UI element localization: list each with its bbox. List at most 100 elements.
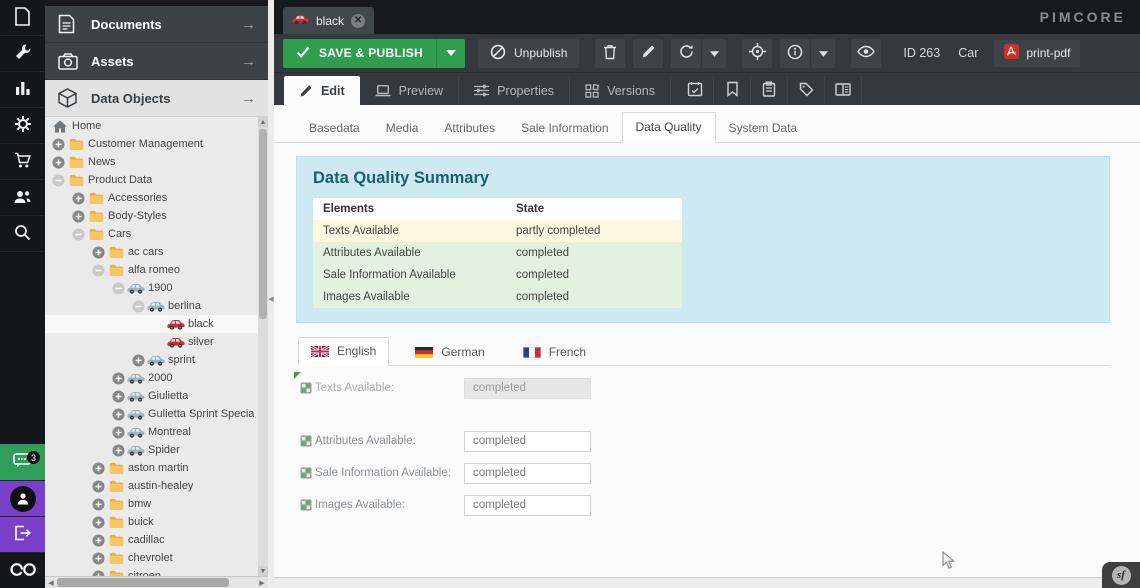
- info-menu-caret[interactable]: [811, 39, 835, 68]
- tree-item-buick[interactable]: buick: [45, 513, 268, 531]
- language-tab-german[interactable]: German: [403, 345, 496, 365]
- view-tab-properties[interactable]: Properties: [459, 76, 570, 105]
- tree-item-bmw[interactable]: bmw: [45, 495, 268, 513]
- rail-pimcore-logo[interactable]: [0, 553, 45, 588]
- rail-button-reports[interactable]: [0, 72, 45, 108]
- tree-item-giulietta[interactable]: Giulietta: [45, 387, 268, 405]
- tree-item-silver[interactable]: silver: [45, 333, 268, 351]
- tree-item-alfa-romeo[interactable]: alfa romeo: [45, 261, 268, 279]
- scroll-up-icon[interactable]: ▲: [258, 117, 268, 127]
- expand-icon[interactable]: [90, 498, 106, 511]
- expand-icon[interactable]: [110, 426, 126, 439]
- tree-item-aston-martin[interactable]: aston martin: [45, 459, 268, 477]
- data-tab-data-quality[interactable]: Data Quality: [622, 112, 716, 143]
- collapse-handle[interactable]: ◀: [268, 286, 274, 312]
- print-pdf-button[interactable]: print-pdf: [994, 40, 1080, 67]
- application-logger-button[interactable]: [825, 76, 862, 105]
- rail-button-logout[interactable]: [0, 517, 45, 553]
- tree-item-black[interactable]: black: [45, 315, 268, 333]
- expand-icon[interactable]: [50, 156, 66, 169]
- field-input-attributes-available[interactable]: [464, 431, 591, 452]
- tree-item-body-styles[interactable]: Body-Styles: [45, 207, 268, 225]
- unpublish-button[interactable]: Unpublish: [478, 39, 579, 68]
- tree-item-product-data[interactable]: Product Data: [45, 171, 268, 189]
- expand-icon[interactable]: [90, 552, 106, 565]
- tree-item-chevrolet[interactable]: chevrolet: [45, 549, 268, 567]
- tags-button[interactable]: [788, 76, 825, 105]
- rail-button-search[interactable]: [0, 216, 45, 252]
- tree-item-sprint[interactable]: sprint: [45, 351, 268, 369]
- collapse-icon[interactable]: [110, 282, 126, 295]
- view-tab-edit[interactable]: Edit: [284, 76, 360, 105]
- info-button[interactable]: [780, 39, 810, 68]
- close-icon[interactable]: ✕: [351, 14, 365, 28]
- data-tab-attributes[interactable]: Attributes: [431, 114, 508, 143]
- tree-vertical-scrollbar[interactable]: ▲ ▼: [258, 117, 268, 576]
- field-input-sale-information-available[interactable]: [464, 463, 591, 484]
- rail-button-ecommerce[interactable]: [0, 144, 45, 180]
- notes-events-button[interactable]: [751, 76, 788, 105]
- rail-button-documents[interactable]: [0, 0, 45, 36]
- tree-item-citroen[interactable]: citroen: [45, 567, 268, 576]
- data-tab-sale-information[interactable]: Sale Information: [508, 114, 621, 143]
- rail-button-tools[interactable]: [0, 36, 45, 72]
- reload-menu-caret[interactable]: [702, 39, 726, 68]
- expand-icon[interactable]: [90, 246, 106, 259]
- delete-button[interactable]: [595, 39, 625, 68]
- data-tab-system-data[interactable]: System Data: [716, 114, 811, 143]
- tree-item-montreal[interactable]: Montreal: [45, 423, 268, 441]
- scroll-down-icon[interactable]: ▼: [258, 566, 268, 576]
- accordion-data-objects[interactable]: Data Objects →: [45, 80, 268, 117]
- scroll-thumb[interactable]: [259, 129, 267, 319]
- accordion-assets[interactable]: Assets →: [45, 43, 268, 80]
- data-tab-basedata[interactable]: Basedata: [296, 114, 373, 143]
- expand-icon[interactable]: [110, 372, 126, 385]
- language-tab-french[interactable]: French: [511, 345, 598, 365]
- language-tab-english[interactable]: English: [298, 337, 389, 366]
- symfony-toolbar-toggle[interactable]: sf: [1102, 562, 1140, 588]
- tree-item-austin-healey[interactable]: austin-healey: [45, 477, 268, 495]
- scroll-right-icon[interactable]: ▶: [256, 577, 268, 588]
- tree-item-home[interactable]: Home: [45, 117, 268, 135]
- field-input-images-available[interactable]: [464, 495, 591, 516]
- expand-icon[interactable]: [110, 444, 126, 457]
- expand-icon[interactable]: [90, 462, 106, 475]
- open-preview-button[interactable]: [851, 39, 881, 68]
- tree-item-ac-cars[interactable]: ac cars: [45, 243, 268, 261]
- expand-icon[interactable]: [90, 480, 106, 493]
- scroll-thumb[interactable]: [57, 578, 229, 587]
- expand-icon[interactable]: [110, 408, 126, 421]
- reload-button[interactable]: [671, 39, 701, 68]
- save-publish-button[interactable]: SAVE & PUBLISH: [283, 39, 465, 68]
- tree-item-spider[interactable]: Spider: [45, 441, 268, 459]
- accordion-documents[interactable]: Documents →: [45, 6, 268, 43]
- rail-button-notifications[interactable]: 3: [0, 444, 45, 481]
- tree-item-customer-management[interactable]: Customer Management: [45, 135, 268, 153]
- expand-icon[interactable]: [50, 138, 66, 151]
- collapse-icon[interactable]: [70, 228, 86, 241]
- schedule-button[interactable]: [677, 76, 714, 105]
- tree-horizontal-scrollbar[interactable]: ◀ ▶: [45, 576, 268, 588]
- locate-in-tree-button[interactable]: [742, 39, 772, 68]
- collapse-icon[interactable]: [130, 300, 146, 313]
- open-tab-black[interactable]: black ✕: [283, 7, 374, 34]
- collapse-icon[interactable]: [50, 174, 66, 187]
- expand-icon[interactable]: [70, 210, 86, 223]
- tree-item-cadillac[interactable]: cadillac: [45, 531, 268, 549]
- save-menu-caret[interactable]: [436, 39, 465, 68]
- rail-button-account[interactable]: [0, 481, 45, 517]
- scroll-left-icon[interactable]: ◀: [45, 577, 57, 588]
- collapse-icon[interactable]: [90, 264, 106, 277]
- expand-icon[interactable]: [110, 390, 126, 403]
- tree-item-1900[interactable]: 1900: [45, 279, 268, 297]
- tree-item-2000[interactable]: 2000: [45, 369, 268, 387]
- rename-button[interactable]: [633, 39, 663, 68]
- expand-icon[interactable]: [130, 354, 146, 367]
- rail-button-customers[interactable]: [0, 180, 45, 216]
- view-tab-preview[interactable]: Preview: [360, 76, 459, 105]
- tree-item-cars[interactable]: Cars: [45, 225, 268, 243]
- tree-item-gulietta-sprint-specia[interactable]: Gulietta Sprint Specia: [45, 405, 268, 423]
- data-tab-media[interactable]: Media: [373, 114, 432, 143]
- rail-button-settings[interactable]: [0, 108, 45, 144]
- expand-icon[interactable]: [90, 534, 106, 547]
